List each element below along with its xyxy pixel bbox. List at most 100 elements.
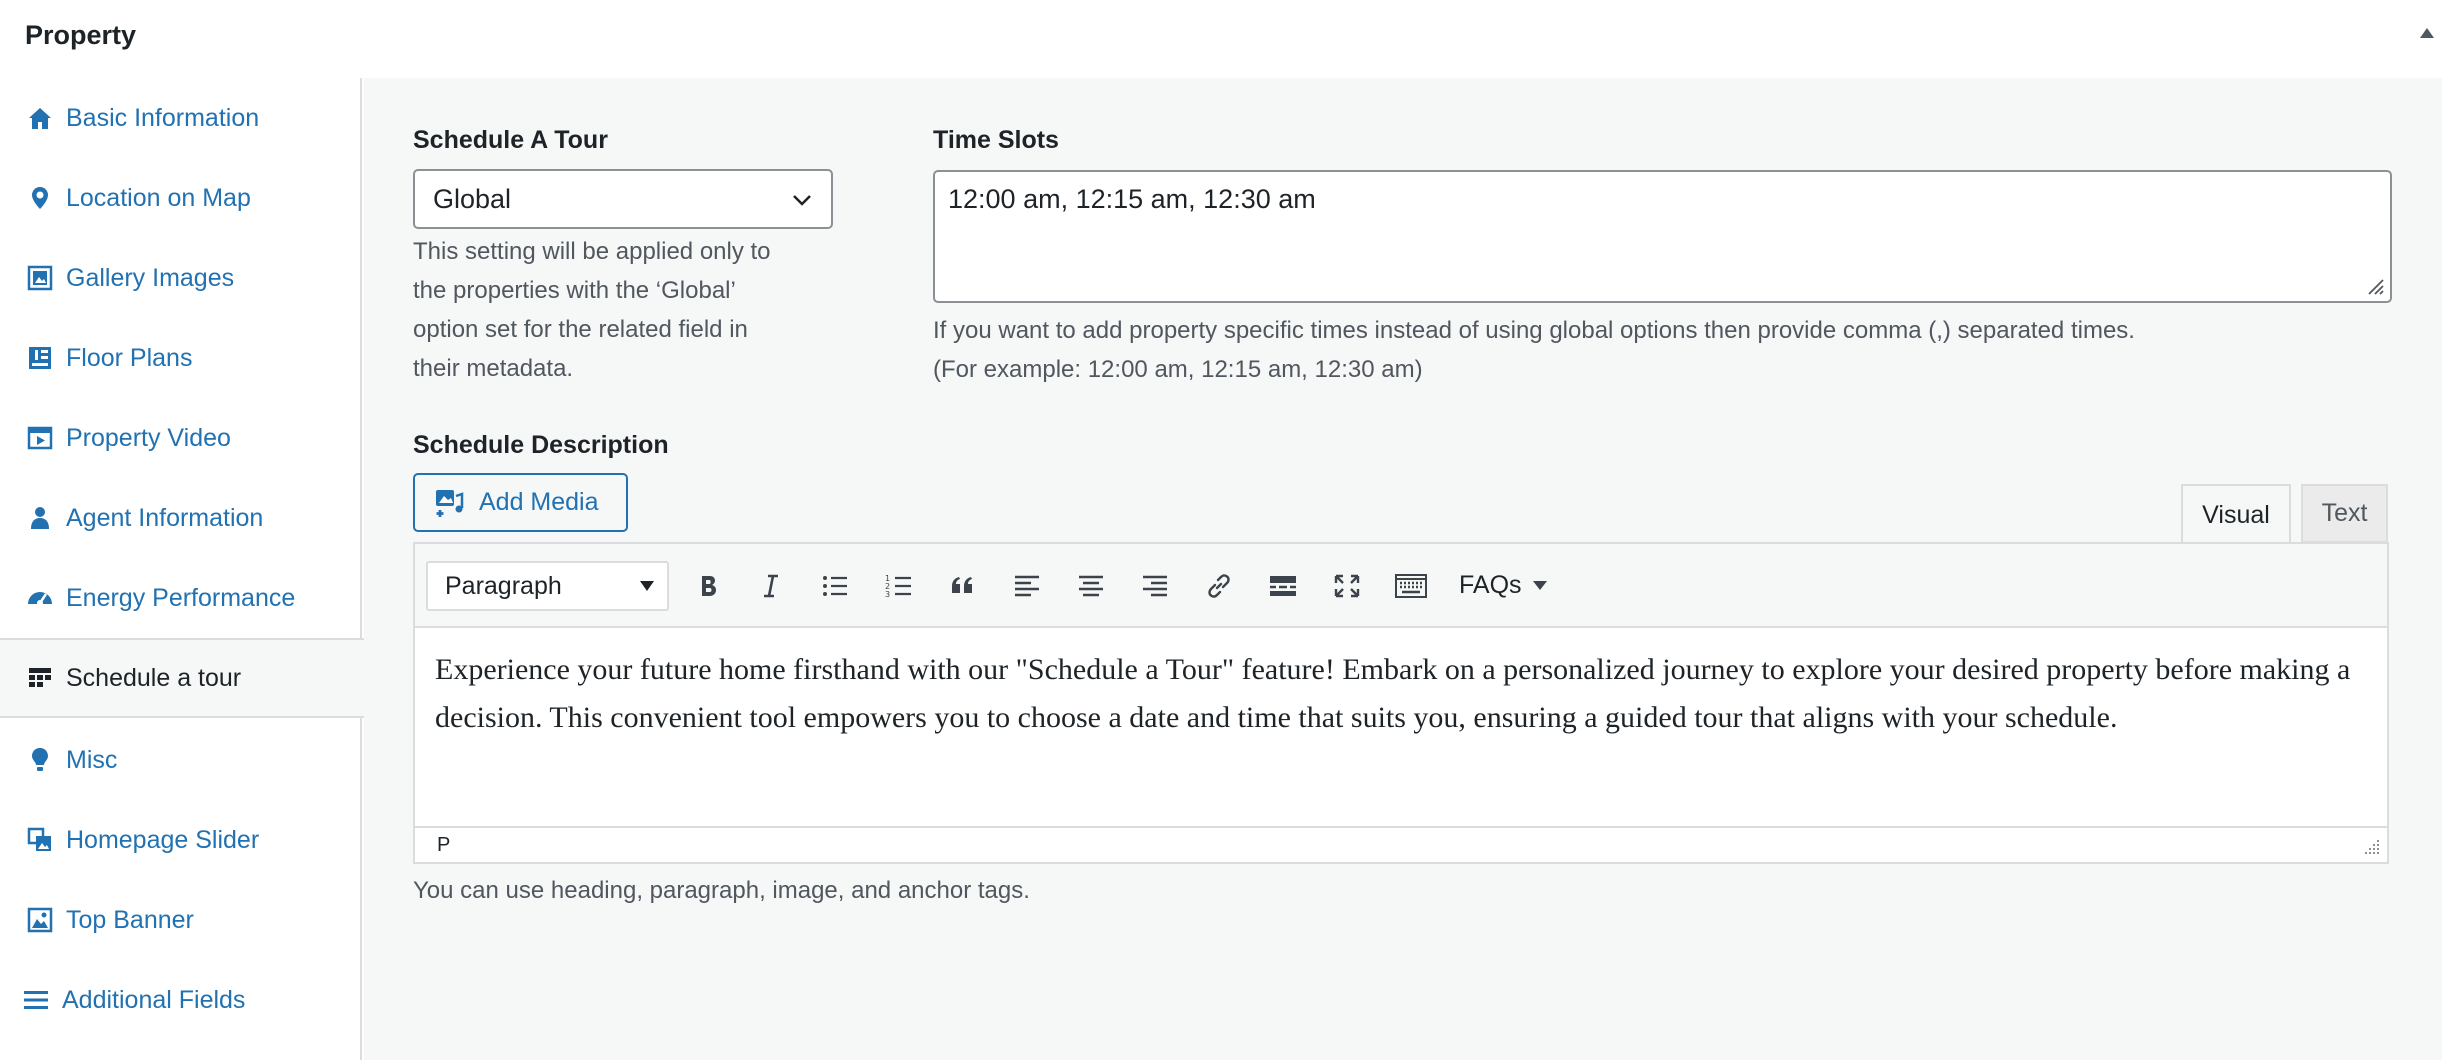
metabox-title: Property [25, 20, 137, 50]
triangle-up-icon [2420, 28, 2434, 38]
help-line: option set for the related field in [413, 316, 748, 343]
read-more-button[interactable] [1261, 564, 1305, 608]
add-media-label: Add Media [479, 488, 599, 516]
link-icon [1208, 574, 1230, 598]
numbered-list-button[interactable]: 123 [877, 564, 921, 608]
help-line: the properties with the ‘Global’ [413, 277, 736, 304]
sidebar-item-schedule-a-tour[interactable]: Schedule a tour [0, 638, 364, 718]
align-right-icon [1143, 575, 1167, 597]
sidebar-item-basic-information[interactable]: Basic Information [0, 78, 362, 158]
schedule-tour-select[interactable]: Global [413, 169, 833, 229]
sidebar-item-top-banner[interactable]: Top Banner [0, 880, 362, 960]
bold-icon [702, 576, 716, 596]
quote-icon [952, 577, 972, 593]
sidebar-item-energy-performance[interactable]: Energy Performance [0, 558, 362, 638]
editor-toolbar: Paragraph 123 FAQs [415, 544, 2387, 628]
sidebar-item-label: Location on Map [66, 183, 251, 212]
toolbar-toggle-button[interactable] [1389, 564, 1433, 608]
lightbulb-icon [26, 746, 54, 774]
help-line: This setting will be applied only to [413, 238, 771, 265]
location-pin-icon [26, 184, 54, 212]
sidebar-item-label: Floor Plans [66, 343, 193, 372]
align-center-button[interactable] [1069, 564, 1113, 608]
sidebar-item-label: Schedule a tour [66, 663, 242, 692]
sidebar-item-label: Gallery Images [66, 263, 235, 292]
metabox-header: Property [0, 0, 2442, 70]
svg-text:3: 3 [885, 590, 890, 599]
help-line: If you want to add property specific tim… [933, 317, 2135, 344]
slides-icon [26, 826, 54, 854]
align-center-icon [1079, 575, 1103, 597]
home-icon [26, 104, 54, 132]
tab-text[interactable]: Text [2301, 484, 2388, 543]
sidebar-item-label: Top Banner [66, 905, 194, 934]
help-line: (For example: 12:00 am, 12:15 am, 12:30 … [933, 356, 1423, 383]
sidebar-item-label: Property Video [66, 423, 231, 452]
faqs-dropdown-button[interactable]: FAQs [1459, 563, 1548, 607]
numbered-list-icon: 123 [885, 574, 911, 599]
blockquote-button[interactable] [941, 564, 985, 608]
schedule-tour-help: This setting will be applied only to the… [413, 232, 853, 388]
editor-statusbar: P [415, 826, 2387, 862]
chevron-down-icon [793, 195, 811, 206]
tab-visual[interactable]: Visual [2181, 484, 2291, 545]
sidebar-item-property-video[interactable]: Property Video [0, 398, 362, 478]
collapse-toggle-button[interactable] [2412, 18, 2442, 48]
sidebar-item-label: Additional Fields [62, 985, 246, 1014]
align-left-icon [1015, 575, 1039, 597]
add-media-icon [436, 489, 464, 517]
schedule-description-help: You can use heading, paragraph, image, a… [413, 877, 1030, 904]
faqs-label: FAQs [1459, 570, 1522, 599]
sidebar-item-label: Misc [66, 745, 118, 774]
sidebar-item-floor-plans[interactable]: Floor Plans [0, 318, 362, 398]
floor-plan-icon [26, 344, 54, 372]
align-left-button[interactable] [1005, 564, 1049, 608]
fullscreen-button[interactable] [1325, 564, 1369, 608]
sidebar-item-location-on-map[interactable]: Location on Map [0, 158, 362, 238]
person-icon [26, 504, 54, 532]
editor-content-area[interactable]: Experience your future home firsthand wi… [415, 628, 2387, 828]
sidebar-item-gallery-images[interactable]: Gallery Images [0, 238, 362, 318]
bullet-list-icon [823, 576, 847, 596]
sidebar-item-label: Basic Information [66, 103, 260, 132]
bullet-list-button[interactable] [813, 564, 857, 608]
insert-link-button[interactable] [1197, 564, 1241, 608]
gallery-icon [26, 264, 54, 292]
time-slots-help: If you want to add property specific tim… [933, 311, 2393, 389]
caret-down-icon [640, 581, 654, 591]
sidebar-item-label: Energy Performance [66, 583, 296, 612]
sidebar-item-agent-information[interactable]: Agent Information [0, 478, 362, 558]
calendar-grid-icon [26, 664, 54, 692]
sidebar: Basic Information Location on Map Galler… [0, 78, 364, 1060]
schedule-tour-selected-value: Global [433, 183, 512, 214]
resize-handle-icon[interactable] [2363, 838, 2381, 856]
resize-handle-icon[interactable] [2365, 276, 2385, 296]
sidebar-item-misc[interactable]: Misc [0, 720, 362, 800]
video-icon [26, 424, 54, 452]
banner-image-icon [26, 906, 54, 934]
format-select[interactable]: Paragraph [426, 561, 669, 611]
sidebar-item-additional-fields[interactable]: Additional Fields [0, 960, 362, 1040]
help-line: their metadata. [413, 355, 574, 382]
time-slots-label: Time Slots [933, 126, 1059, 154]
sidebar-item-label: Homepage Slider [66, 825, 260, 854]
italic-button[interactable] [749, 564, 793, 608]
keyboard-icon [1395, 574, 1427, 598]
element-path[interactable]: P [437, 834, 450, 857]
add-media-button[interactable]: Add Media [413, 473, 628, 532]
bold-button[interactable] [686, 564, 730, 608]
sidebar-item-homepage-slider[interactable]: Homepage Slider [0, 800, 362, 880]
sidebar-item-label: Agent Information [66, 503, 264, 532]
align-right-button[interactable] [1133, 564, 1177, 608]
dashboard-icon [26, 584, 54, 612]
fullscreen-icon [1334, 574, 1360, 598]
schedule-tour-label: Schedule A Tour [413, 126, 608, 154]
rich-text-editor: Paragraph 123 FAQs Experience your futur… [413, 542, 2389, 864]
menu-lines-icon [22, 986, 50, 1014]
format-selected-value: Paragraph [445, 571, 562, 600]
read-more-icon [1270, 576, 1296, 596]
caret-down-icon [1532, 581, 1547, 590]
editor-paragraph: Experience your future home firsthand wi… [435, 653, 2351, 734]
schedule-description-label: Schedule Description [413, 431, 669, 459]
time-slots-textarea[interactable]: 12:00 am, 12:15 am, 12:30 am [933, 170, 2392, 303]
